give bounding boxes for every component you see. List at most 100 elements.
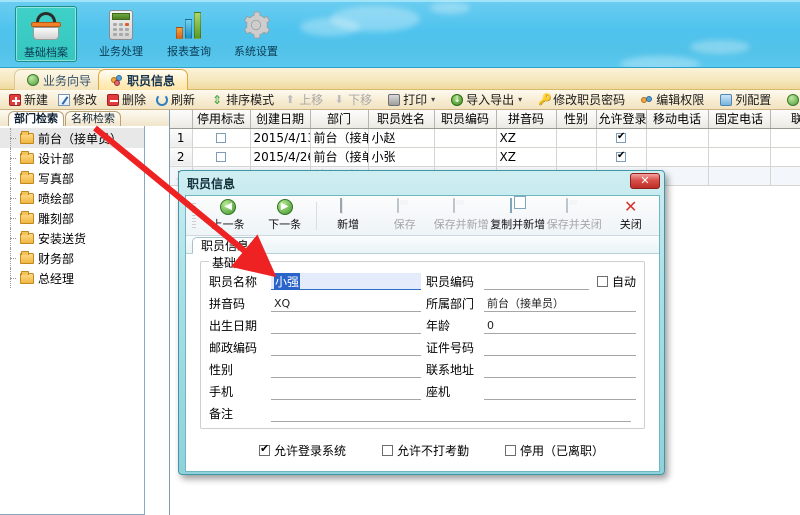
age-input[interactable]: 0 bbox=[484, 317, 636, 334]
tree-item-reception[interactable]: 前台（接单员） bbox=[0, 128, 144, 148]
col-header-created-date[interactable]: 创建日期 bbox=[250, 110, 310, 128]
toolbar-button-sort-mode[interactable]: ⇕ 排序模式 bbox=[206, 91, 279, 109]
col-header-staff-name[interactable]: 职员姓名 bbox=[368, 110, 434, 128]
id-number-input[interactable] bbox=[484, 339, 636, 356]
dialog-button-close[interactable]: ✕ 关闭 bbox=[602, 197, 659, 235]
birth-date-input[interactable] bbox=[271, 317, 421, 334]
table-row[interactable]: 2 2015/4/26 前台（接单 小张 XZ bbox=[170, 147, 800, 166]
staff-code-input[interactable] bbox=[484, 273, 589, 290]
department-tree[interactable]: 前台（接单员） 设计部 写真部 喷绘部 雕刻部 安装送货 财务部 总经理 bbox=[0, 126, 145, 515]
nav-button-business[interactable]: 业务处理 bbox=[90, 6, 152, 62]
col-header-index[interactable] bbox=[170, 110, 192, 128]
dialog-button-next[interactable]: ▶ 下一条 bbox=[256, 197, 313, 235]
tree-item-design[interactable]: 设计部 bbox=[0, 148, 144, 168]
field-mobile[interactable]: 手机 bbox=[209, 382, 424, 401]
nav-button-reports[interactable]: 报表查询 bbox=[158, 6, 220, 62]
tree-item-photo[interactable]: 写真部 bbox=[0, 168, 144, 188]
pinyin-input[interactable]: XQ bbox=[271, 295, 421, 312]
tree-item-engraving[interactable]: 雕刻部 bbox=[0, 208, 144, 228]
tab-business-wizard[interactable]: 业务向导 bbox=[14, 69, 104, 90]
dialog-button-copy-and-add[interactable]: 复制并新增 bbox=[489, 197, 546, 235]
col-header-gender[interactable]: 性别 bbox=[556, 110, 596, 128]
cell-allow-login[interactable] bbox=[596, 147, 646, 166]
postal-code-input[interactable] bbox=[271, 339, 421, 356]
tab-staff-info[interactable]: 职员信息 bbox=[98, 69, 188, 90]
checkbox[interactable] bbox=[216, 152, 226, 162]
dialog-title-bar[interactable]: 职员信息 ✕ bbox=[182, 174, 661, 192]
contact-address-input[interactable] bbox=[484, 361, 636, 378]
checkbox-no-attendance[interactable]: 允许不打考勤 bbox=[382, 442, 469, 459]
toolbar-button-delete[interactable]: 删除 bbox=[102, 91, 151, 109]
close-icon[interactable]: ✕ bbox=[630, 173, 660, 189]
mobile-input[interactable] bbox=[271, 383, 421, 400]
refresh-icon bbox=[156, 94, 168, 106]
toolbar-button-column-config[interactable]: 列配置 bbox=[715, 91, 776, 109]
field-contact-address[interactable]: 联系地址 bbox=[426, 360, 641, 379]
cell-disabled-flag[interactable] bbox=[192, 147, 250, 166]
field-age[interactable]: 年龄 0 bbox=[426, 316, 641, 335]
field-gender[interactable]: 性别 bbox=[209, 360, 424, 379]
field-landline[interactable]: 座机 bbox=[426, 382, 641, 401]
sidebar-tab-department-search[interactable]: 部门检索 bbox=[8, 111, 64, 126]
tree-item-general-manager[interactable]: 总经理 bbox=[0, 268, 144, 288]
toolbar-grip[interactable] bbox=[192, 203, 196, 229]
staff-info-dialog[interactable]: 职员信息 ✕ ◀ 上一条 ▶ 下一条 新增 保存 bbox=[178, 170, 665, 475]
table-row[interactable]: 1 2015/4/13 前台（接单 小赵 XZ bbox=[170, 128, 800, 147]
staff-name-input[interactable]: 小强 bbox=[271, 273, 421, 290]
department-input[interactable]: 前台（接单员） bbox=[484, 295, 636, 312]
nav-button-basic-archive[interactable]: 基础档案 bbox=[15, 6, 77, 62]
row-number: 1 bbox=[170, 128, 192, 147]
field-staff-code[interactable]: 职员编码 自动 bbox=[426, 272, 641, 291]
new-icon bbox=[9, 94, 21, 106]
tree-item-inkjet[interactable]: 喷绘部 bbox=[0, 188, 144, 208]
checkbox[interactable] bbox=[597, 276, 608, 287]
toolbar-button-refresh[interactable]: 刷新 bbox=[151, 91, 200, 109]
nav-button-settings[interactable]: 系统设置 bbox=[225, 6, 287, 62]
toolbar-button-import-export[interactable]: ↓ 导入导出 ▾ bbox=[446, 91, 527, 109]
cell-allow-login[interactable] bbox=[596, 128, 646, 147]
sidebar-tab-name-search[interactable]: 名称检索 bbox=[65, 111, 121, 126]
col-header-landline[interactable]: 固定电话 bbox=[708, 110, 770, 128]
checkbox[interactable] bbox=[382, 445, 393, 456]
checkbox[interactable] bbox=[616, 133, 626, 143]
field-department[interactable]: 所属部门 前台（接单员） bbox=[426, 294, 641, 313]
auto-code-checkbox[interactable]: 自动 bbox=[597, 273, 636, 290]
toolbar-button-print[interactable]: 打印 ▾ bbox=[383, 91, 440, 109]
field-staff-name[interactable]: 职员名称 小强 bbox=[209, 272, 424, 291]
tree-item-finance[interactable]: 财务部 bbox=[0, 248, 144, 268]
dialog-button-add[interactable]: 新增 bbox=[320, 197, 377, 235]
checkbox-allow-login-system[interactable]: 允许登录系统 bbox=[259, 442, 346, 459]
field-postal-code[interactable]: 邮政编码 bbox=[209, 338, 424, 357]
col-header-disabled-flag[interactable]: 停用标志 bbox=[192, 110, 250, 128]
field-remark[interactable]: 备注 bbox=[209, 404, 639, 423]
col-header-mobile[interactable]: 移动电话 bbox=[646, 110, 708, 128]
nav-label: 报表查询 bbox=[167, 43, 211, 59]
col-header-allow-login[interactable]: 允许登录 bbox=[596, 110, 646, 128]
checkbox[interactable] bbox=[505, 445, 516, 456]
checkbox[interactable] bbox=[216, 133, 226, 143]
field-birth-date[interactable]: 出生日期 bbox=[209, 316, 424, 335]
checkbox-disabled-resigned[interactable]: 停用（已离职） bbox=[505, 442, 604, 459]
dialog-button-previous[interactable]: ◀ 上一条 bbox=[200, 197, 257, 235]
field-id-number[interactable]: 证件号码 bbox=[426, 338, 641, 357]
checkbox[interactable] bbox=[616, 152, 626, 162]
toolbar-button-change-password[interactable]: 🔑 修改职员密码 bbox=[533, 91, 630, 109]
gender-input[interactable] bbox=[271, 361, 421, 378]
cell-staff-name: 小张 bbox=[368, 147, 434, 166]
col-header-department[interactable]: 部门 bbox=[310, 110, 368, 128]
tree-item-label: 总经理 bbox=[38, 270, 74, 287]
field-pinyin[interactable]: 拼音码 XQ bbox=[209, 294, 424, 313]
toolbar-button-edit[interactable]: 修改 bbox=[53, 91, 102, 109]
col-header-pinyin[interactable]: 拼音码 bbox=[496, 110, 556, 128]
landline-input[interactable] bbox=[484, 383, 636, 400]
tree-item-install-delivery[interactable]: 安装送货 bbox=[0, 228, 144, 248]
remark-input[interactable] bbox=[271, 405, 631, 422]
toolbar-button-exit[interactable]: 退出 bbox=[782, 91, 800, 109]
col-header-staff-code[interactable]: 职员编码 bbox=[434, 110, 496, 128]
checkbox[interactable] bbox=[259, 445, 270, 456]
dialog-tab-staff-info[interactable]: 职员信息 bbox=[192, 237, 258, 254]
cell-disabled-flag[interactable] bbox=[192, 128, 250, 147]
toolbar-button-new[interactable]: 新建 bbox=[4, 91, 53, 109]
toolbar-button-edit-permissions[interactable]: 编辑权限 bbox=[636, 91, 709, 109]
col-header-address[interactable]: 联系地址 bbox=[770, 110, 800, 128]
